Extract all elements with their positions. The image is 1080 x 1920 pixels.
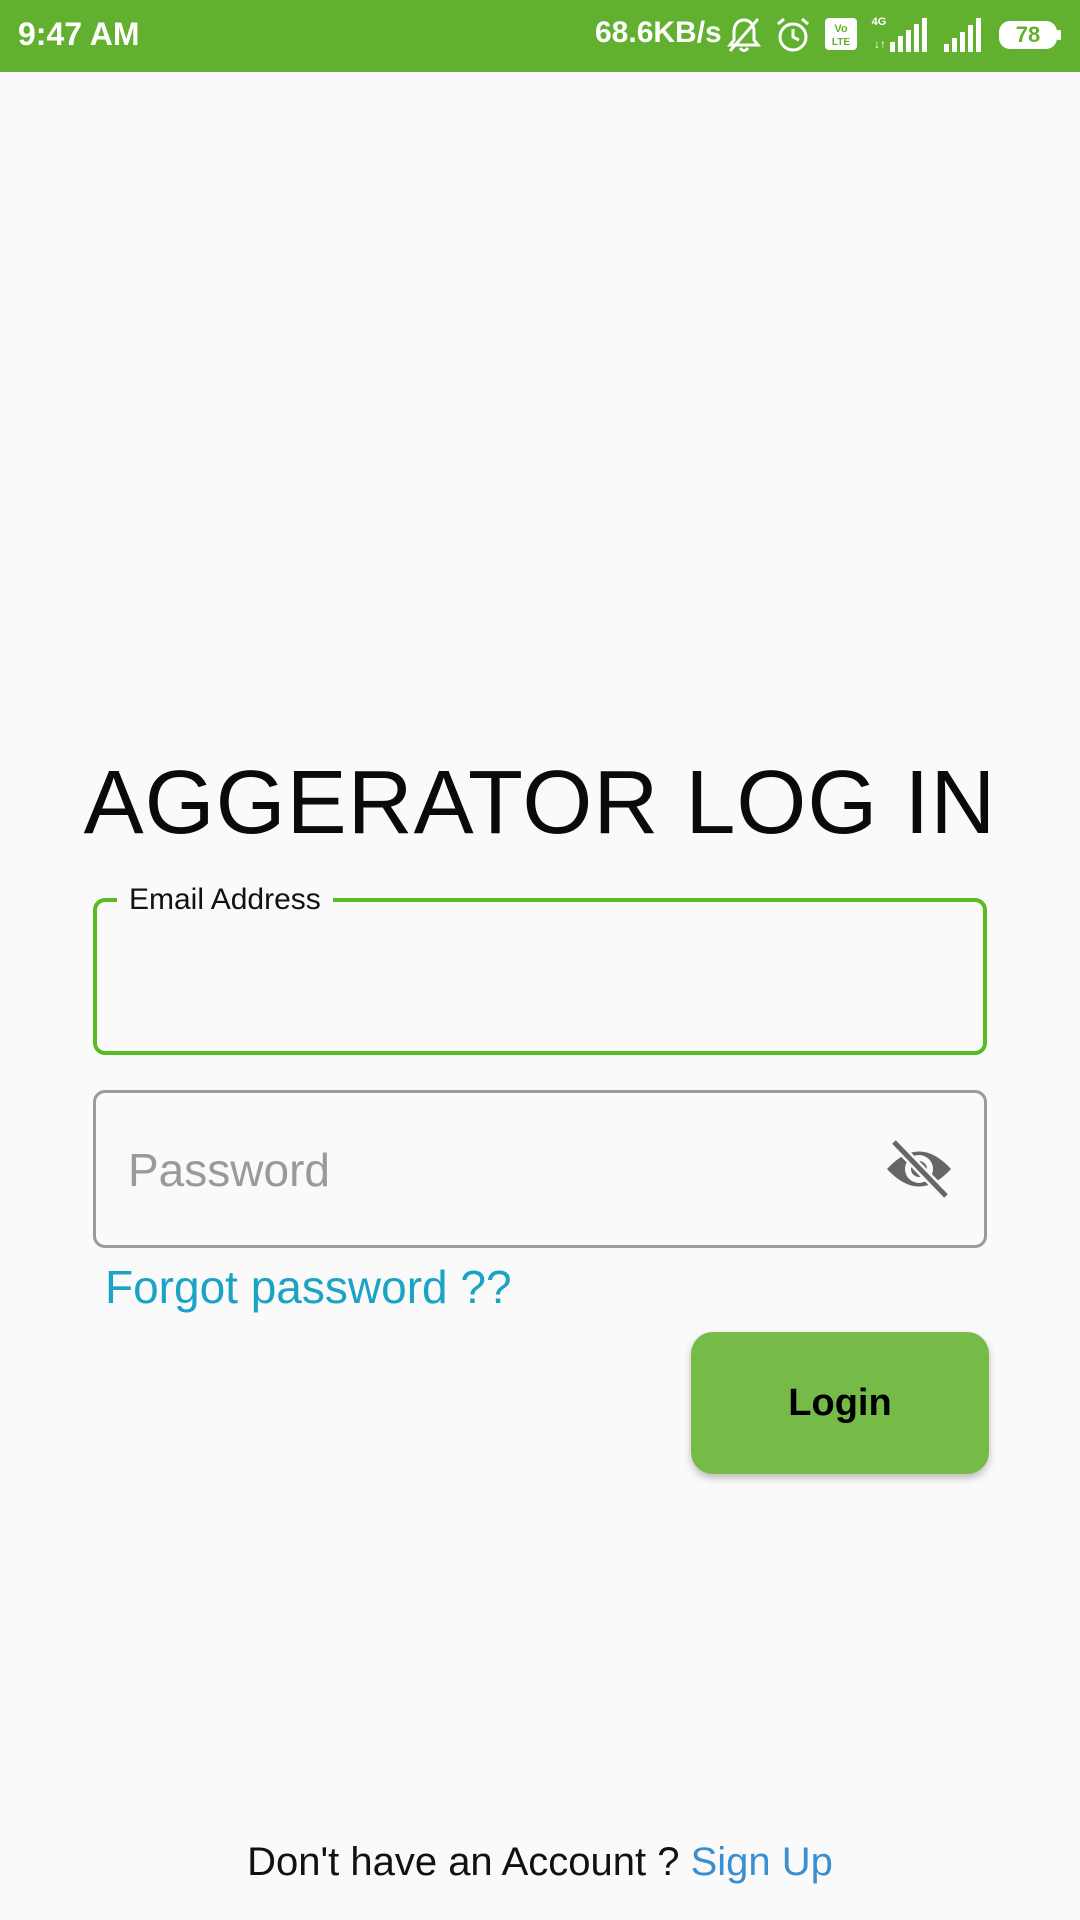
status-time: 9:47 AM [18,16,140,52]
alarm-icon [777,17,809,52]
svg-text:Vo: Vo [834,23,848,35]
volte-icon: Vo LTE [825,18,857,50]
signup-prompt: Don't have an Account ? Sign Up [0,1840,1080,1885]
signup-link[interactable]: Sign Up [691,1840,833,1884]
eye-off-icon[interactable] [884,1138,954,1200]
bell-off-icon [727,18,761,52]
page-title: AGGERATOR LOG IN [83,753,997,853]
network-speed: 68.6KB/s [595,16,722,49]
email-field-label: Email Address [117,880,333,920]
svg-text:4G: 4G [872,16,887,28]
svg-text:LTE: LTE [832,37,850,48]
status-bar: 9:47 AM 68.6KB/s Vo LTE 4G ↓↑ 78 [0,0,1080,72]
battery-level: 78 [1015,22,1041,47]
email-field[interactable]: Email Address [93,880,987,1055]
no-account-text: Don't have an Account ? [247,1840,691,1884]
signal-4g-icon: 4G ↓↑ [872,16,927,52]
login-button[interactable]: Login [691,1332,989,1474]
password-field-container [93,1090,987,1248]
forgot-password-link[interactable]: Forgot password ?? [105,1260,512,1314]
svg-text:↓↑: ↓↑ [874,37,886,51]
password-field[interactable] [126,1093,830,1247]
battery-icon: 78 [998,20,1062,50]
signal-icon [944,18,981,52]
